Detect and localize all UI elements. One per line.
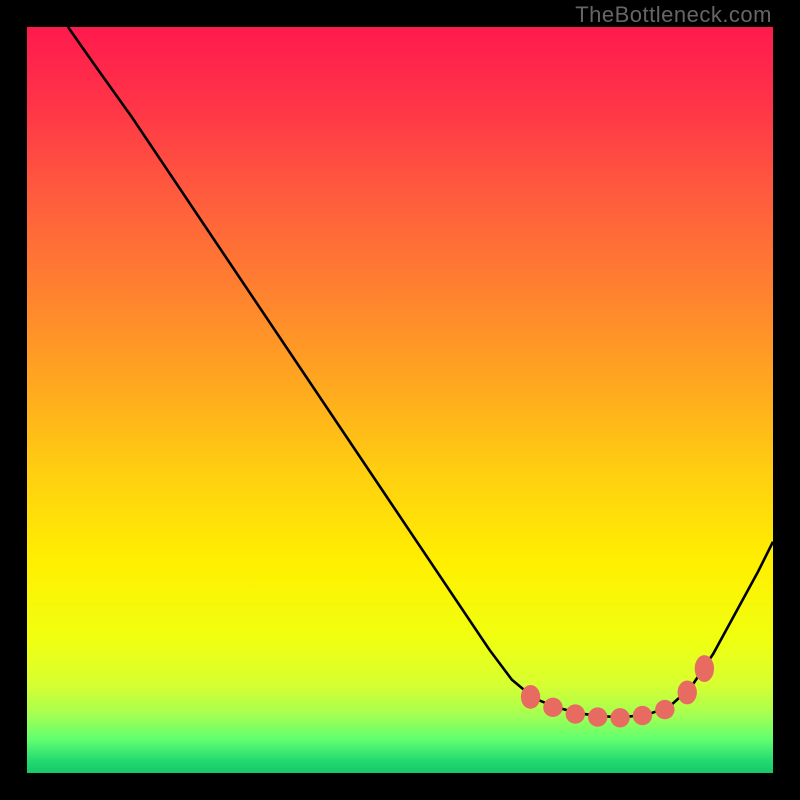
data-marker	[521, 685, 540, 709]
data-marker	[588, 707, 607, 726]
bottleneck-curve	[68, 27, 773, 717]
data-marker	[543, 698, 562, 717]
data-marker	[566, 704, 585, 723]
data-marker	[695, 655, 714, 682]
data-marker	[655, 700, 674, 719]
data-marker	[678, 680, 697, 704]
plot-area	[27, 27, 773, 773]
chart-container: TheBottleneck.com	[0, 0, 800, 800]
data-markers	[521, 655, 714, 727]
curve-layer	[27, 27, 773, 773]
data-marker	[610, 708, 629, 727]
data-marker	[633, 706, 652, 725]
watermark: TheBottleneck.com	[575, 2, 772, 28]
